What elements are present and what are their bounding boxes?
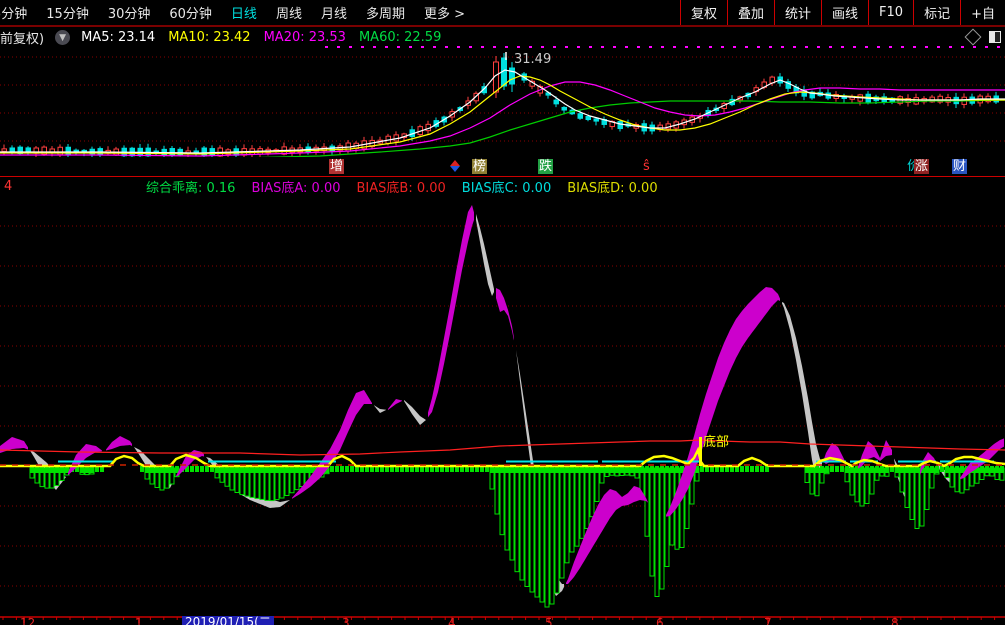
indicator-value-labels: 综合乖离: 0.16 BIAS底A: 0.00 BIAS底B: 0.00 BIAS底C… — [146, 177, 658, 196]
toolbar-buttons: 复权叠加统计画线F10标记+自 — [680, 0, 1005, 25]
indicator-label: BIAS底B: 0.00 — [357, 177, 446, 196]
axis-tick-label: 7 — [764, 617, 772, 625]
menu-item-多周期[interactable]: 多周期 — [366, 3, 405, 22]
axis-tick-label: 8 — [891, 617, 899, 625]
top-menu-bar: 5分钟 15分钟 30分钟 60分钟日线周线月线多周期更多 > 复权叠加统计画线F10… — [0, 0, 1005, 27]
menu-item-30分钟[interactable]: 30分钟 — [108, 3, 151, 22]
sort-down-icon[interactable] — [450, 166, 460, 172]
panel-layout-icon[interactable] — [989, 31, 1001, 43]
toolbar-button-+自[interactable]: +自 — [960, 0, 1005, 25]
trading-terminal-window: 5分钟 15分钟 30分钟 60分钟日线周线月线多周期更多 > 复权叠加统计画线F10… — [0, 0, 1005, 625]
ticker-tag[interactable]: 榜 — [472, 159, 487, 174]
indicator-header: 4 综合乖离: 0.16 BIAS底A: 0.00 BIAS底B: 0.00 BIAS… — [0, 178, 1005, 195]
menu-item-更多 >[interactable]: 更多 > — [424, 3, 465, 22]
ticker-tag[interactable]: 涨 — [914, 159, 929, 174]
toolbar-button-标记[interactable]: 标记 — [913, 0, 960, 25]
ma-value-label: MA10: 23.42 — [168, 30, 250, 45]
toolbar-button-叠加[interactable]: 叠加 — [727, 0, 774, 25]
toolbar-button-统计[interactable]: 统计 — [774, 0, 821, 25]
peak-price-label: 31.49 — [514, 52, 551, 67]
menu-item-15分钟[interactable]: 15分钟 — [46, 3, 89, 22]
ma-info-bar: 前复权) ▼ MA5: 23.14MA10: 23.42MA20: 23.53M… — [0, 29, 441, 46]
axis-tick-label: 12 — [20, 617, 35, 625]
indicator-label: 综合乖离: 0.16 — [146, 177, 235, 196]
ticker-band: 增榜跌ŝ价涨财 — [0, 157, 1005, 177]
bottom-signal-label: 底部 — [703, 431, 729, 450]
axis-tick-label: 1 — [135, 617, 143, 625]
axis-tick-label: 3 — [342, 617, 350, 625]
axis-tick-label: 6 — [656, 617, 664, 625]
indicator-label: BIAS底C: 0.00 — [462, 177, 551, 196]
indicator-label: BIAS底D: 0.00 — [567, 177, 657, 196]
ma-values: MA5: 23.14 MA10: 23.42 MA20: 23.53 MA60: 22… — [81, 30, 441, 45]
toolbar-button-复权[interactable]: 复权 — [680, 0, 727, 25]
chart-corner-icons — [967, 31, 1001, 43]
menu-item-5分钟[interactable]: 5分钟 — [0, 3, 27, 22]
bias-indicator-chart[interactable] — [0, 196, 1005, 617]
indicator-label: BIAS底A: 0.00 — [251, 177, 340, 196]
ma-value-label: MA60: 22.59 — [359, 30, 441, 45]
ticker-tag[interactable]: ŝ — [642, 159, 651, 174]
selected-date-label[interactable]: 2019/01/15(二 — [182, 616, 274, 625]
main-candlestick-chart[interactable]: 31.49 — [0, 45, 1005, 157]
time-axis — [0, 612, 1005, 625]
period-menu: 5分钟 15分钟 30分钟 60分钟日线周线月线多周期更多 > — [0, 3, 465, 22]
toolbar-button-F10[interactable]: F10 — [868, 0, 913, 25]
indicator-id-label: 4 — [4, 179, 12, 194]
menu-item-月线[interactable]: 月线 — [321, 3, 347, 22]
chevron-down-icon[interactable]: ▼ — [55, 30, 70, 45]
toolbar-button-画线[interactable]: 画线 — [821, 0, 868, 25]
ma-value-label: MA20: 23.53 — [264, 30, 346, 45]
axis-tick-label: 4 — [448, 617, 456, 625]
menu-item-60分钟[interactable]: 60分钟 — [169, 3, 212, 22]
ticker-tag[interactable]: 财 — [952, 159, 967, 174]
ticker-tag[interactable]: 跌 — [538, 159, 553, 174]
axis-tick-label: 5 — [545, 617, 553, 625]
menu-item-日线[interactable]: 日线 — [231, 3, 257, 22]
diamond-icon[interactable] — [965, 29, 982, 46]
ma-value-label: MA5: 23.14 — [81, 30, 155, 45]
ticker-tag[interactable]: 增 — [329, 159, 344, 174]
menu-item-周线[interactable]: 周线 — [276, 3, 302, 22]
